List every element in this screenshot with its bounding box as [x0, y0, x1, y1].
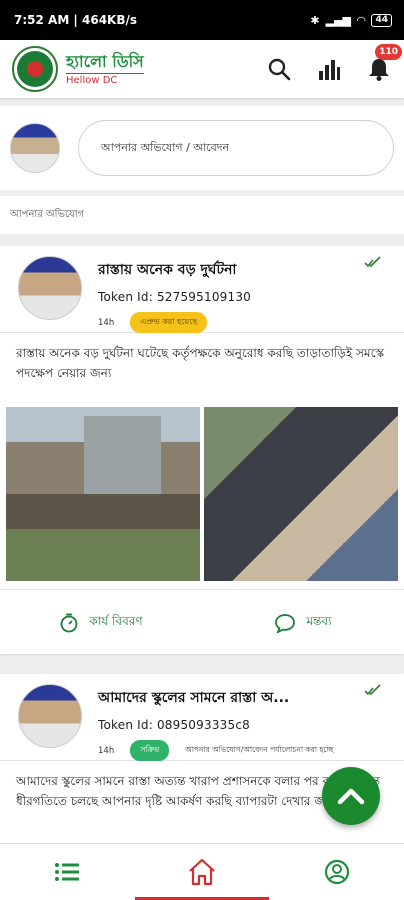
status-icons: ✱ ▂▄▆ ◠ 44 [310, 13, 392, 27]
wifi-icon: ◠ [357, 13, 366, 27]
token-id: Token Id: 527595109130 [98, 290, 251, 304]
tab-home[interactable] [134, 844, 270, 900]
status-badge: এপ্রুভ করা হয়েছে [130, 312, 208, 333]
comment-button[interactable]: মন্তব্য [202, 590, 404, 655]
app-bar: হ্যালো ডিসি Hellow DC 110 [0, 40, 404, 98]
post-time: 14h [98, 745, 115, 756]
complaint-body: রাস্তায় অনেক বড় দুর্ঘটনা ঘটেছে কর্তৃপক… [0, 332, 404, 407]
complaint-composer: আপনার অভিযোগ / আবেদন [0, 106, 404, 190]
review-note: আপনার অভিযোগ/আবেদন পর্যালোচনা করা হচ্ছে [185, 744, 334, 754]
post-time: 14h [98, 317, 115, 328]
search-button[interactable] [266, 56, 292, 82]
comment-icon [275, 613, 296, 633]
complaint-title[interactable]: রাস্তায় অনেক বড় দুর্ঘটনা [98, 258, 251, 282]
avatar [18, 684, 82, 748]
tab-profile[interactable] [269, 844, 404, 900]
complaint-card: রাস্তায় অনেক বড় দুর্ঘটনা Token Id: 527… [0, 246, 404, 654]
search-icon [268, 58, 291, 81]
battery-icon: 44 [371, 13, 392, 27]
comment-label: মন্তব্য [306, 613, 332, 628]
check-icon [364, 256, 381, 268]
app-name-bn: হ্যালো ডিসি [66, 52, 144, 71]
bell-icon [369, 59, 389, 81]
chevron-up-icon [337, 788, 365, 805]
scroll-top-button[interactable] [322, 767, 380, 825]
home-icon [189, 858, 215, 886]
user-icon [324, 859, 349, 885]
status-bar: 7:52 AM | 464KB/s ✱ ▂▄▆ ◠ 44 [0, 0, 404, 40]
section-title: আপনার অভিযোগ [0, 196, 404, 234]
complaint-title[interactable]: আমাদের স্কুলের সামনে রাস্তা অ... [98, 686, 334, 710]
app-brand: হ্যালো ডিসি Hellow DC [66, 52, 144, 86]
photo-gallery [0, 407, 404, 581]
bottom-navigation [0, 843, 404, 900]
progress-label: কার্য বিবরণ [89, 613, 143, 628]
avatar [10, 123, 60, 173]
status-time: 7:52 AM | 464KB/s [14, 13, 138, 27]
progress-button[interactable]: কার্য বিবরণ [0, 590, 202, 655]
avatar [18, 256, 82, 320]
photo-injured-person[interactable] [204, 407, 398, 581]
check-icon [364, 684, 381, 696]
token-id: Token Id: 0895093335c8 [98, 718, 250, 732]
timer-icon [60, 613, 78, 632]
app-name-en: Hellow DC [66, 73, 144, 86]
list-icon [55, 863, 80, 881]
tab-list[interactable] [0, 844, 135, 900]
photo-collapsed-building[interactable] [6, 407, 200, 581]
notifications-button[interactable]: 110 [366, 44, 402, 82]
complaint-input[interactable]: আপনার অভিযোগ / আবেদন [78, 120, 394, 176]
bar-chart-icon [319, 60, 340, 80]
stats-button[interactable] [316, 56, 342, 82]
status-badge: সক্রিয় [130, 740, 170, 761]
signal-icon: ▂▄▆ [325, 13, 351, 27]
app-logo [12, 46, 58, 92]
bluetooth-icon: ✱ [310, 13, 320, 27]
notification-badge: 110 [375, 44, 402, 60]
